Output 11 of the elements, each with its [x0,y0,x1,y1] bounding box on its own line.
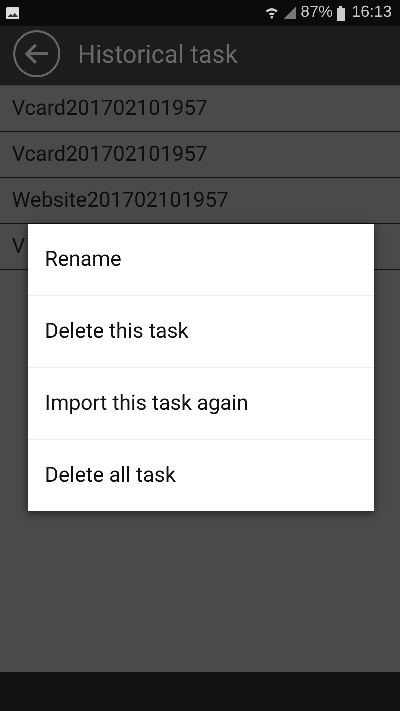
gallery-icon [6,6,20,20]
menu-item[interactable]: Import this task again [28,368,374,440]
menu-item[interactable]: Delete all task [28,440,374,511]
menu-item[interactable]: Rename [28,224,374,296]
clock-time: 16:13 [352,4,392,22]
screen-title: Historical task [78,41,238,70]
signal-icon [282,6,297,20]
battery-percent: 87% [300,4,333,22]
wifi-icon [264,6,279,20]
menu-item[interactable]: Delete this task [28,296,374,368]
battery-icon [336,6,345,20]
